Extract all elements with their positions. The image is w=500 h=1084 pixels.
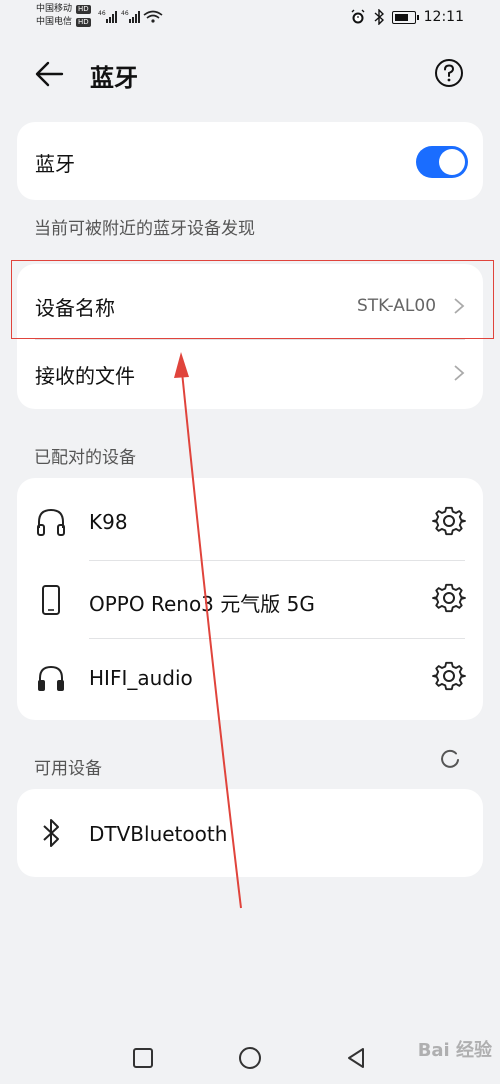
- chevron-right-icon: [454, 365, 465, 381]
- paired-devices-header: 已配对的设备: [34, 448, 136, 468]
- highlight-annotation: [11, 260, 494, 339]
- home-button[interactable]: [238, 1046, 262, 1070]
- gear-icon[interactable]: [432, 660, 466, 694]
- paired-device-row[interactable]: K98: [17, 478, 483, 560]
- received-files-row[interactable]: 接收的文件: [17, 340, 483, 409]
- bluetooth-status-icon: [374, 9, 384, 25]
- status-time: 12:11: [423, 9, 464, 25]
- battery-icon: [391, 10, 419, 24]
- gear-icon[interactable]: [432, 582, 466, 616]
- back-button[interactable]: [345, 1047, 367, 1069]
- device-name: DTVBluetooth: [89, 822, 228, 846]
- bluetooth-label: 蓝牙: [35, 152, 75, 176]
- page-title: 蓝牙: [90, 64, 138, 92]
- carrier-1: 中国移动: [36, 4, 73, 14]
- alarm-icon: [351, 9, 365, 24]
- available-device-row[interactable]: DTVBluetooth: [17, 789, 483, 877]
- signal-strength: 46 46: [98, 9, 168, 28]
- svg-text:46: 46: [98, 10, 106, 17]
- bluetooth-toggle-card: 蓝牙: [17, 122, 483, 200]
- svg-text:46: 46: [121, 10, 129, 17]
- status-right: 12:11: [350, 9, 464, 25]
- app-bar: 蓝牙: [0, 50, 500, 100]
- scanning-spinner-icon: [441, 749, 459, 768]
- status-bar: 中国移动 HD 中国电信 HD 46 46 12:11: [0, 0, 500, 34]
- device-name: HIFI_audio: [89, 666, 193, 690]
- received-files-label: 接收的文件: [35, 364, 135, 388]
- carrier-2: 中国电信: [36, 17, 73, 27]
- device-name: OPPO Reno3 元气版 5G: [89, 592, 315, 616]
- hd-badge: HD: [76, 18, 91, 27]
- watermark: Bai 经验: [417, 1040, 492, 1061]
- available-devices-card: DTVBluetooth: [17, 789, 483, 877]
- battery-level: [394, 13, 408, 21]
- back-arrow-icon[interactable]: [34, 60, 66, 88]
- toggle-knob: [439, 149, 465, 175]
- hd-badge: HD: [76, 5, 91, 14]
- gear-icon[interactable]: [432, 505, 466, 539]
- bluetooth-icon: [43, 819, 59, 847]
- recent-apps-button[interactable]: [132, 1047, 154, 1069]
- help-icon[interactable]: [434, 58, 464, 88]
- phone-icon: [42, 585, 60, 615]
- signal-icon: 46 46: [98, 10, 163, 23]
- paired-device-row[interactable]: HIFI_audio: [17, 639, 483, 720]
- headset-icon: [38, 665, 64, 691]
- paired-device-row[interactable]: OPPO Reno3 元气版 5G: [17, 561, 483, 639]
- paired-devices-card: K98 OPPO Reno3 元气版 5G HIFI_audio: [17, 478, 483, 720]
- carrier-info: 中国移动 HD 中国电信 HD: [36, 3, 91, 29]
- available-devices-header: 可用设备: [34, 759, 102, 779]
- device-name: K98: [89, 510, 128, 534]
- headphones-icon: [37, 508, 65, 536]
- visibility-note: 当前可被附近的蓝牙设备发现: [34, 219, 255, 239]
- bluetooth-toggle[interactable]: [416, 146, 468, 178]
